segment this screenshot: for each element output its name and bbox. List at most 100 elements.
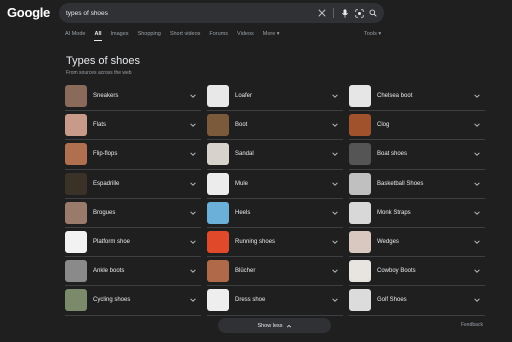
search-input[interactable]: types of shoes <box>66 10 315 17</box>
shoe-type-label: Flats <box>93 122 107 129</box>
shoe-thumbnail <box>349 143 371 166</box>
shoe-type-item[interactable]: Cowboy Boots <box>349 257 485 287</box>
shoe-type-item[interactable]: Basketball Shoes <box>349 170 485 199</box>
chevron-down-icon <box>332 298 338 303</box>
shoe-thumbnail <box>207 289 229 312</box>
shoe-thumbnail <box>65 201 87 224</box>
shoe-type-label: Brogues <box>93 209 116 216</box>
chevron-up-icon <box>286 324 291 327</box>
shoe-thumbnail <box>349 201 371 224</box>
shoe-type-item[interactable]: Cycling shoes <box>65 286 201 316</box>
tools-button[interactable]: Tools ▾ <box>364 31 381 37</box>
clear-icon[interactable] <box>315 6 329 20</box>
tab-short-videos[interactable]: Short videos <box>170 31 201 37</box>
shoe-type-item[interactable]: Wedges <box>349 228 485 258</box>
show-less-label: Show less <box>257 322 283 329</box>
shoe-type-item[interactable]: Flats <box>65 111 201 141</box>
feedback-link[interactable]: Feedback <box>461 322 483 328</box>
shoe-type-item[interactable]: Flip-flops <box>65 140 201 170</box>
shoe-thumbnail <box>207 201 229 224</box>
google-logo[interactable]: Google <box>7 5 50 20</box>
shoe-type-item[interactable]: Running shoes <box>207 228 343 258</box>
chevron-down-icon <box>190 211 196 215</box>
chevron-down-icon <box>332 240 338 244</box>
shoe-type-item[interactable]: Espadrille <box>65 170 201 199</box>
shoe-type-label: Mule <box>235 180 249 187</box>
lens-icon[interactable] <box>352 6 366 20</box>
search-divider <box>333 8 334 18</box>
shoe-type-label: Cowboy Boots <box>377 268 416 275</box>
shoe-thumbnail <box>65 260 87 283</box>
chevron-down-icon <box>474 240 480 244</box>
tab-images[interactable]: Images <box>111 31 129 37</box>
microphone-icon[interactable] <box>338 6 352 20</box>
chevron-down-icon <box>474 152 480 157</box>
shoe-thumbnail <box>207 260 229 283</box>
chevron-down-icon <box>190 123 196 128</box>
shoe-thumbnail <box>349 289 371 312</box>
tab-all[interactable]: All <box>94 31 102 41</box>
chevron-down-icon <box>474 94 480 98</box>
chevron-down-icon <box>190 182 196 186</box>
chevron-down-icon <box>474 269 480 274</box>
shoe-type-item[interactable]: Heels <box>207 199 343 228</box>
shoe-type-item[interactable]: Boot <box>207 111 343 141</box>
tab-more[interactable]: More ▾ <box>263 31 280 37</box>
shoe-type-item[interactable]: Blücher <box>207 257 343 287</box>
shoe-type-item[interactable]: Chelsea boot <box>349 82 485 112</box>
shoe-type-label: Blücher <box>235 268 256 275</box>
search-icon[interactable] <box>366 6 380 20</box>
search-bar[interactable]: types of shoes <box>59 3 384 23</box>
section-title: Types of shoes <box>66 55 140 67</box>
tab-shopping[interactable]: Shopping <box>138 31 161 37</box>
shoe-type-item[interactable]: Platform shoe <box>65 228 201 258</box>
shoe-thumbnail <box>207 231 229 254</box>
shoe-type-label: Sneakers <box>93 93 119 100</box>
shoe-type-label: Cycling shoes <box>93 297 131 304</box>
chevron-down-icon <box>332 269 338 274</box>
shoe-thumbnail <box>207 172 229 195</box>
shoe-type-label: Boot <box>235 122 248 129</box>
shoe-type-label: Flip-flops <box>93 151 118 158</box>
shoe-type-label: Espadrille <box>93 180 120 187</box>
shoe-type-item[interactable]: Brogues <box>65 199 201 228</box>
chevron-down-icon <box>332 94 338 98</box>
shoe-thumbnail <box>349 231 371 254</box>
shoe-thumbnail <box>65 172 87 195</box>
shoe-thumbnail <box>65 231 87 254</box>
shoe-type-item[interactable]: Monk Straps <box>349 199 485 228</box>
chevron-down-icon <box>332 182 338 186</box>
shoe-type-item[interactable]: Clog <box>349 111 485 141</box>
section-subtitle: From sources across the web <box>66 70 132 76</box>
shoe-type-label: Ankle boots <box>93 268 125 275</box>
shoe-type-item[interactable]: Mule <box>207 170 343 199</box>
shoe-type-item[interactable]: Loafer <box>207 82 343 112</box>
shoe-thumbnail <box>65 85 87 108</box>
shoe-type-label: Wedges <box>377 239 399 246</box>
shoe-type-label: Dress shoe <box>235 297 266 304</box>
shoe-type-item[interactable]: Ankle boots <box>65 257 201 287</box>
shoe-type-item[interactable]: Dress shoe <box>207 286 343 316</box>
shoe-type-label: Loafer <box>235 93 253 100</box>
shoe-type-item[interactable]: Boat shoes <box>349 140 485 170</box>
shoe-type-item[interactable]: Sandal <box>207 140 343 170</box>
tab-ai-mode[interactable]: AI Mode <box>65 31 85 37</box>
tab-videos[interactable]: Videos <box>237 31 254 37</box>
search-tabs: AI Mode All Images Shopping Short videos… <box>65 31 289 41</box>
shoe-thumbnail <box>65 143 87 166</box>
chevron-down-icon <box>190 240 196 244</box>
chevron-down-icon <box>332 152 338 157</box>
shoe-type-label: Heels <box>235 209 251 216</box>
shoe-type-item[interactable]: Golf Shoes <box>349 286 485 316</box>
show-less-button[interactable]: Show less <box>218 318 331 333</box>
shoe-type-label: Clog <box>377 122 390 129</box>
shoe-type-label: Running shoes <box>235 239 276 246</box>
chevron-down-icon <box>474 123 480 128</box>
tab-forums[interactable]: Forums <box>209 31 228 37</box>
shoe-type-label: Chelsea boot <box>377 93 413 100</box>
shoe-type-item[interactable]: Sneakers <box>65 82 201 112</box>
chevron-down-icon <box>190 269 196 274</box>
shoe-thumbnail <box>65 289 87 312</box>
chevron-down-icon <box>332 123 338 128</box>
shoe-type-label: Sandal <box>235 151 254 158</box>
